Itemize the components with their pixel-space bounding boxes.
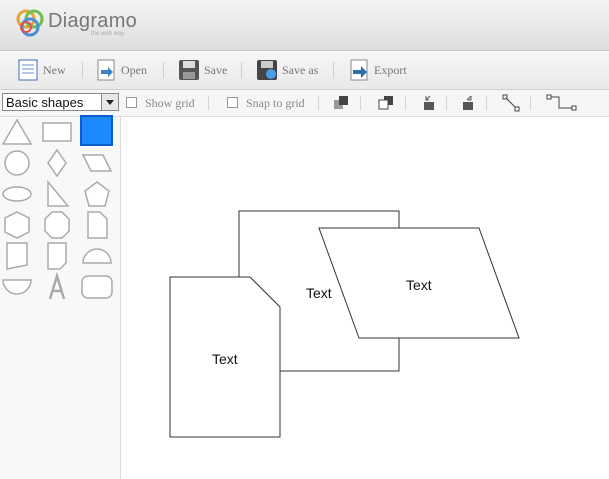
move-backward-icon[interactable] bbox=[420, 94, 438, 112]
move-forward-icon[interactable] bbox=[459, 94, 477, 112]
parallelogram-text[interactable]: Text bbox=[406, 277, 432, 293]
hexagon-shape-icon[interactable] bbox=[0, 210, 34, 240]
options-divider bbox=[530, 96, 531, 110]
note-shape-icon[interactable] bbox=[40, 241, 74, 271]
save-floppy-icon bbox=[179, 60, 199, 80]
options-divider bbox=[208, 96, 209, 110]
export-button[interactable]: Export bbox=[348, 58, 407, 82]
ellipse-shape-icon[interactable] bbox=[0, 179, 34, 209]
filled-square-shape-icon[interactable] bbox=[80, 115, 113, 146]
semicircle-bottom-shape-icon[interactable] bbox=[0, 272, 34, 302]
drawing-canvas[interactable]: Text Text Text bbox=[121, 117, 609, 479]
open-button[interactable]: Open bbox=[95, 58, 147, 82]
new-button[interactable]: New bbox=[17, 58, 66, 82]
save-as-button[interactable]: Save as bbox=[256, 58, 318, 82]
bring-to-front-icon[interactable] bbox=[332, 94, 350, 112]
chevron-down-icon bbox=[101, 94, 118, 110]
text-shape-icon[interactable] bbox=[40, 272, 74, 302]
save-button[interactable]: Save bbox=[178, 58, 227, 82]
toolbar-divider bbox=[82, 62, 83, 78]
options-bar: Basic shapes Show grid Snap to grid bbox=[0, 90, 609, 117]
parallelogram-shape-icon[interactable] bbox=[80, 148, 114, 178]
toolbar-divider bbox=[163, 62, 164, 78]
semicircle-top-shape-icon[interactable] bbox=[80, 241, 114, 271]
right-triangle-shape-icon[interactable] bbox=[40, 179, 74, 209]
show-grid-label: Show grid bbox=[145, 96, 195, 110]
main-toolbar: New Open Save Save as Export bbox=[0, 51, 609, 90]
rectangle-shape-icon[interactable] bbox=[40, 117, 74, 147]
canvas-drawing bbox=[169, 210, 520, 438]
options-divider bbox=[360, 96, 361, 110]
shape-set-select[interactable]: Basic shapes bbox=[2, 93, 119, 111]
export-icon bbox=[350, 59, 368, 81]
options-divider bbox=[486, 96, 487, 110]
diagramo-logo-icon bbox=[16, 9, 44, 37]
send-to-back-icon[interactable] bbox=[377, 94, 395, 112]
save-as-icon bbox=[257, 60, 277, 80]
open-label: Open bbox=[121, 62, 147, 77]
options-divider bbox=[446, 96, 447, 110]
new-label: New bbox=[43, 62, 66, 77]
diamond-shape-icon[interactable] bbox=[40, 148, 74, 178]
snap-to-grid-label: Snap to grid bbox=[246, 96, 305, 110]
app-tagline: the web way bbox=[91, 31, 125, 37]
rounded-rectangle-shape-icon[interactable] bbox=[80, 272, 114, 302]
octagon-shape-icon[interactable] bbox=[40, 210, 74, 240]
open-icon bbox=[97, 59, 115, 81]
options-divider bbox=[318, 96, 319, 110]
shape-palette bbox=[0, 115, 121, 479]
options-divider bbox=[405, 96, 406, 110]
straight-connector-icon[interactable] bbox=[502, 94, 520, 112]
new-document-icon bbox=[18, 59, 38, 81]
page-text[interactable]: Text bbox=[212, 351, 238, 367]
page-shape-icon[interactable] bbox=[80, 210, 114, 240]
save-label: Save bbox=[204, 62, 228, 77]
shape-set-value: Basic shapes bbox=[6, 95, 84, 110]
toolbar-divider bbox=[333, 62, 334, 78]
show-grid-checkbox[interactable] bbox=[126, 97, 137, 108]
circle-shape-icon[interactable] bbox=[0, 148, 34, 178]
save-as-label: Save as bbox=[282, 62, 319, 77]
rectangle-text[interactable]: Text bbox=[306, 285, 332, 301]
document-shape-icon[interactable] bbox=[0, 241, 34, 271]
toolbar-divider bbox=[241, 62, 242, 78]
snap-to-grid-checkbox[interactable] bbox=[227, 97, 238, 108]
jagged-connector-icon[interactable] bbox=[546, 94, 578, 112]
pentagon-shape-icon[interactable] bbox=[80, 179, 114, 209]
export-label: Export bbox=[374, 62, 407, 77]
app-title: Diagramo bbox=[48, 10, 138, 32]
triangle-shape-icon[interactable] bbox=[0, 117, 34, 147]
app-header: Diagramo the web way bbox=[0, 0, 609, 51]
